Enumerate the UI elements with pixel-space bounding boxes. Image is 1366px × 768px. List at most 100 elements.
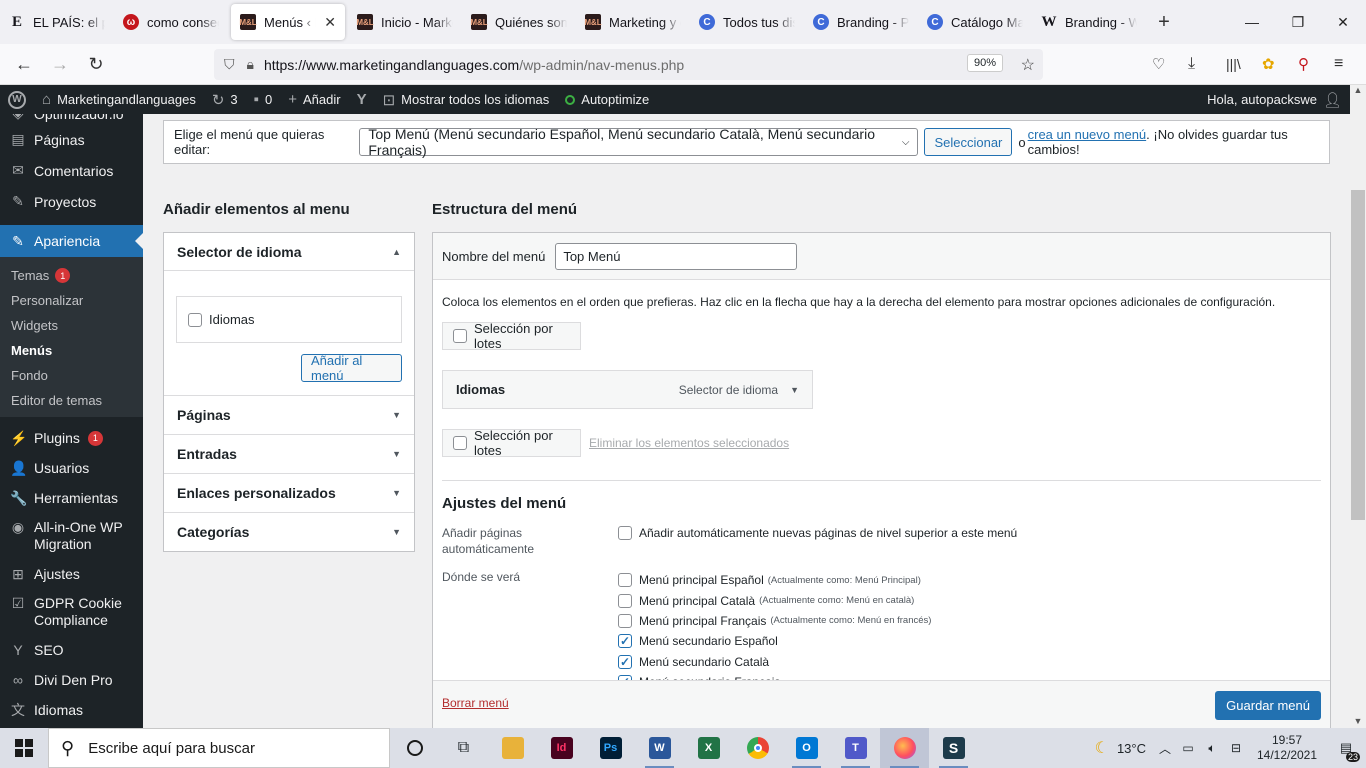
cortana-icon[interactable]	[390, 728, 439, 768]
sidebar-item-all-in-one-wp-migration[interactable]: ◉ All-in-One WP Migration	[0, 513, 143, 559]
triangle-down-icon[interactable]: ▼	[790, 385, 799, 395]
browser-tab[interactable]: ω como conseguir	[114, 0, 228, 44]
my-account[interactable]: Hola, autopackswe 👤︎	[1199, 85, 1350, 114]
volume-icon[interactable]: 🔈︎	[1200, 728, 1224, 768]
clock[interactable]: 19:57 14/12/2021	[1248, 728, 1326, 768]
extension-2-icon[interactable]: ⚲	[1298, 55, 1309, 73]
browser-tab[interactable]: C Branding - Presentación	[804, 0, 918, 44]
close-window-icon[interactable]: ✕	[1320, 0, 1366, 44]
forward-icon[interactable]: →	[42, 46, 78, 82]
close-tab-icon[interactable]: ✕	[324, 14, 336, 31]
pocket-icon[interactable]: ♡	[1152, 55, 1165, 73]
teams-icon[interactable]: T	[831, 728, 880, 768]
sidebar-item-p-ginas[interactable]: ▤ Páginas	[0, 124, 143, 155]
delete-menu-link[interactable]: Borrar menú	[442, 696, 509, 710]
bulk-checkbox-bottom[interactable]	[453, 436, 467, 450]
notifications-icon[interactable]: ▤ 23	[1326, 728, 1366, 768]
url-bar[interactable]: ⛉ 🔒︎ https://www.marketingandlanguages.c…	[214, 49, 1043, 80]
location-option[interactable]: Menú secundario Français	[618, 672, 1218, 680]
accordion-section[interactable]: Enlaces personalizados ▼	[164, 473, 414, 512]
submenu-item[interactable]: Fondo	[0, 363, 143, 388]
browser-tab[interactable]: C Catálogo Marketing	[918, 0, 1032, 44]
accordion-section[interactable]: Páginas ▼	[164, 395, 414, 434]
submenu-item[interactable]: Widgets	[0, 313, 143, 338]
downloads-icon[interactable]: ⤓	[1188, 55, 1195, 73]
tray-chevron-icon[interactable]: ︿	[1154, 728, 1176, 768]
browser-tab[interactable]: E EL PAÍS: el periódico	[0, 0, 114, 44]
location-checkbox[interactable]	[618, 593, 632, 608]
site-name[interactable]: ⌂ Marketingandlanguages	[34, 85, 204, 114]
outlook-icon[interactable]: O	[782, 728, 831, 768]
location-checkbox[interactable]	[618, 654, 632, 669]
photoshop-icon[interactable]: Ps	[586, 728, 635, 768]
new-content[interactable]: + Añadir	[280, 85, 348, 114]
new-tab-icon[interactable]: +	[1146, 0, 1182, 44]
sidebar-item-idiomas[interactable]: 文 Idiomas	[0, 695, 143, 725]
battery-icon[interactable]: ▭	[1176, 728, 1200, 768]
idiomas-checkbox[interactable]	[188, 312, 202, 327]
library-icon[interactable]: |||\	[1226, 56, 1241, 72]
shield-icon[interactable]: ⛉	[224, 56, 235, 73]
page-scrollbar[interactable]: ▲ ▼	[1350, 85, 1366, 728]
chrome-icon[interactable]	[733, 728, 782, 768]
bulk-checkbox-top[interactable]	[453, 329, 467, 343]
weather-icon[interactable]: ☾ 13°C	[1087, 728, 1154, 768]
lock-icon[interactable]: 🔒︎	[247, 56, 254, 73]
location-option[interactable]: Menú principal Français (Actualmente como…	[618, 611, 1218, 631]
comments[interactable]: ▪ 0	[246, 85, 281, 114]
browser-tab[interactable]: M&L Menús ‹ Marketing ✕	[231, 4, 345, 40]
sidebar-item-seo[interactable]: Y SEO	[0, 635, 143, 665]
location-checkbox[interactable]	[618, 634, 632, 649]
menu-item-idiomas[interactable]: Idiomas Selector de idioma ▼	[442, 370, 813, 409]
sidebar-item-ajustes[interactable]: ⊞ Ajustes	[0, 559, 143, 589]
create-menu-link[interactable]: crea un nuevo menú	[1028, 127, 1147, 142]
restore-icon[interactable]: ❐	[1275, 0, 1321, 44]
submenu-item[interactable]: Temas 1	[0, 263, 143, 288]
location-checkbox[interactable]	[618, 573, 632, 588]
save-menu-button[interactable]: Guardar menú	[1215, 691, 1321, 720]
browser-tab[interactable]: W Branding - Wikipedia	[1032, 0, 1146, 44]
zoom-level[interactable]: 90%	[966, 54, 1003, 72]
word-icon[interactable]: W	[635, 728, 684, 768]
browser-tab[interactable]: M&L Quiénes somos	[462, 0, 576, 44]
accordion-selector-idioma[interactable]: Selector de idioma ▲	[164, 233, 414, 271]
scrollbar-thumb[interactable]	[1351, 190, 1365, 520]
add-to-menu-button[interactable]: Añadir al menú	[301, 353, 402, 383]
browser-tab[interactable]: M&L Marketing y comunicación	[576, 0, 690, 44]
scroll-down-icon[interactable]: ▼	[1350, 716, 1366, 726]
location-option[interactable]: Menú secundario Català	[618, 652, 1218, 672]
location-option[interactable]: Menú principal Català (Actualmente como: …	[618, 590, 1218, 610]
app-s-icon[interactable]: S	[929, 728, 978, 768]
accordion-section[interactable]: Entradas ▼	[164, 434, 414, 473]
sidebar-item-optimizador[interactable]: ◈Optimizador.io	[0, 114, 143, 122]
bulk-select-top[interactable]: Selección por lotes	[442, 321, 581, 351]
auto-add-checkbox[interactable]	[618, 526, 632, 540]
sidebar-item-comentarios[interactable]: ✉ Comentarios	[0, 155, 143, 186]
network-icon[interactable]: ⊟	[1224, 728, 1248, 768]
windows-start-icon[interactable]	[0, 728, 48, 768]
file-explorer-icon[interactable]	[488, 728, 537, 768]
submenu-item[interactable]: Editor de temas	[0, 388, 143, 413]
scroll-up-icon[interactable]: ▲	[1350, 85, 1366, 95]
taskbar-search[interactable]: ⚲ Escribe aquí para buscar	[48, 728, 390, 768]
updates[interactable]: ↻ 3	[204, 85, 246, 114]
firefox-icon[interactable]	[880, 728, 929, 768]
location-option[interactable]: Menú principal Español (Actualmente como:…	[618, 570, 1218, 590]
sidebar-item-plugins[interactable]: ⚡ Plugins 1	[0, 423, 143, 453]
submenu-item[interactable]: Personalizar	[0, 288, 143, 313]
task-view-icon[interactable]: ⧉	[439, 728, 488, 768]
wordpress-logo-icon[interactable]: W	[0, 85, 34, 114]
menu-select[interactable]: Top Menú (Menú secundario Español, Menú …	[359, 126, 919, 158]
autoptimize[interactable]: Autoptimize	[557, 85, 657, 114]
accordion-section[interactable]: Categorías ▼	[164, 512, 414, 551]
sidebar-item-usuarios[interactable]: 👤 Usuarios	[0, 453, 143, 483]
browser-tab[interactable]: M&L Inicio - Marketing	[348, 0, 462, 44]
remove-selected-link[interactable]: Eliminar los elementos seleccionados	[589, 436, 789, 450]
sidebar-item-proyectos[interactable]: ✎ Proyectos	[0, 186, 143, 217]
location-checkbox[interactable]	[618, 613, 632, 628]
show-languages[interactable]: ⊡ Mostrar todos los idiomas	[375, 85, 558, 114]
submenu-item[interactable]: Menús	[0, 338, 143, 363]
bulk-select-bottom[interactable]: Selección por lotes	[442, 428, 581, 458]
auto-add-row[interactable]: Añadir automáticamente nuevas páginas de…	[618, 526, 1017, 540]
menu-icon[interactable]: ≡	[1334, 55, 1343, 73]
